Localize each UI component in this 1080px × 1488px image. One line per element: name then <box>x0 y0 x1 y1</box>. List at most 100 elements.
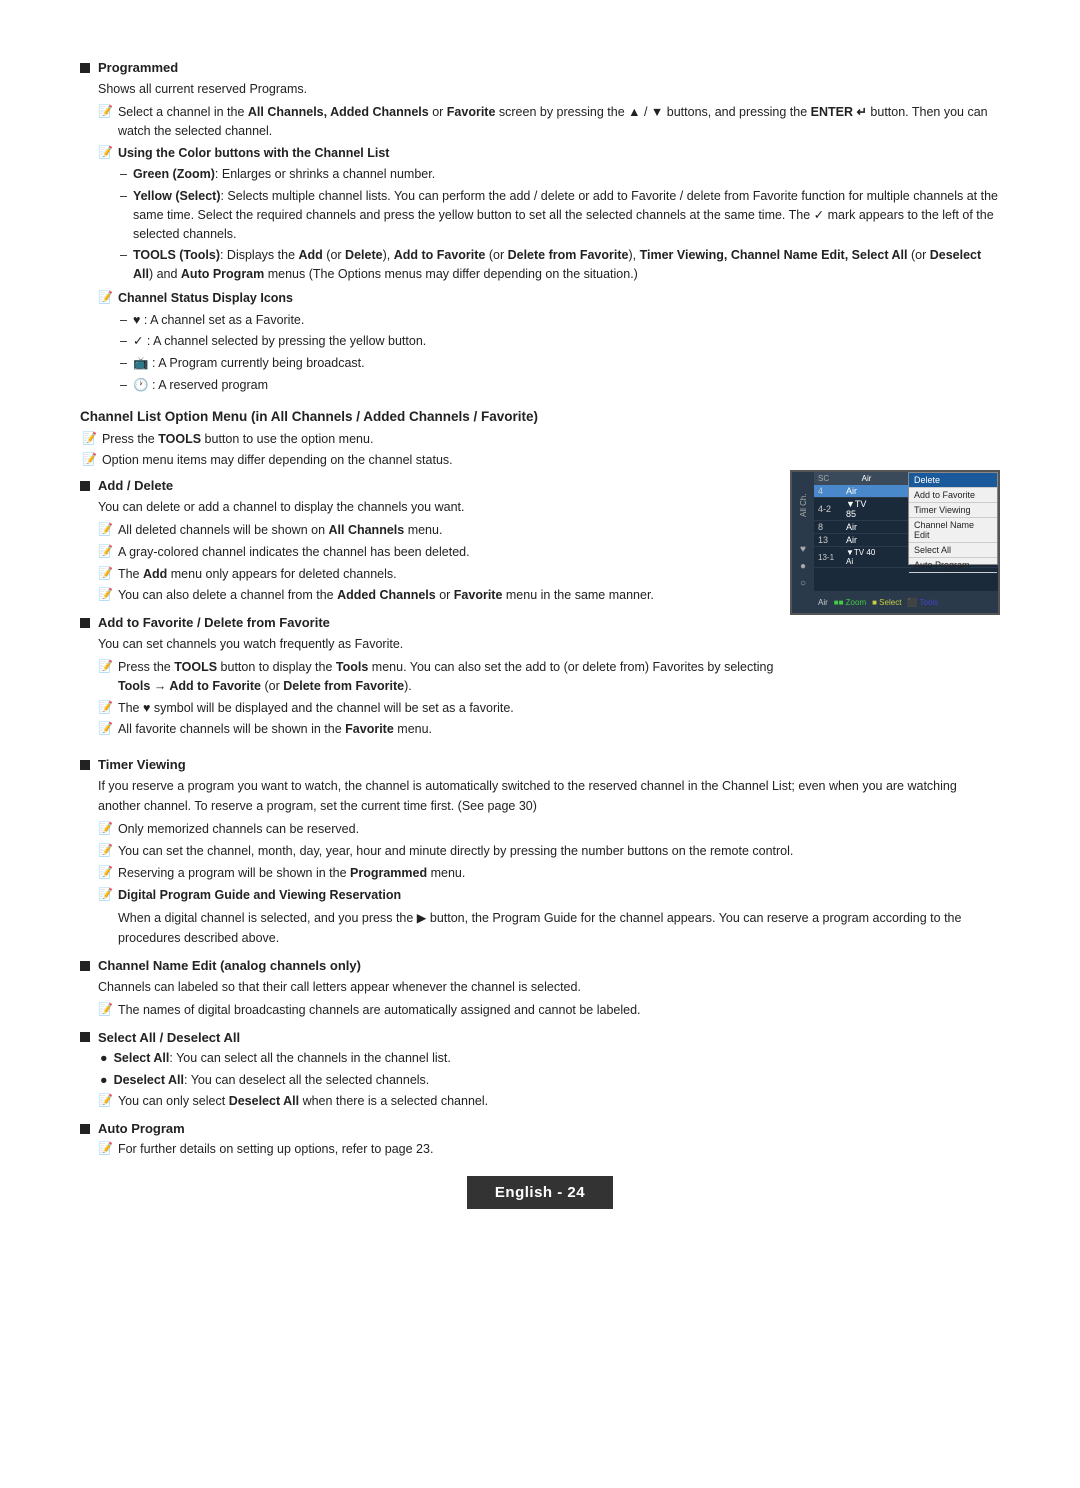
note-icon-af3: 📝 <box>98 721 113 735</box>
af-note1-text: Press the TOOLS button to display the To… <box>118 658 780 696</box>
note-icon: 📝 <box>98 104 113 118</box>
add-fav-body: You can set channels you watch frequentl… <box>98 634 780 654</box>
ch-name-3: Air <box>846 522 876 532</box>
ch-name-5: ▼TV 40 Ai <box>846 548 876 566</box>
add-favorite-title: Add to Favorite / Delete from Favorite <box>98 615 330 630</box>
ap-note1: 📝 For further details on setting up opti… <box>98 1140 1000 1159</box>
channel-status-heading: 📝 Channel Status Display Icons <box>98 289 1000 308</box>
channel-list-option-section: Channel List Option Menu (in All Channel… <box>80 409 1000 1159</box>
ap-note1-text: For further details on setting up option… <box>118 1140 1000 1159</box>
status4-text: 🕐 : A reserved program <box>133 376 268 395</box>
timer-body: If you reserve a program you want to wat… <box>98 776 1000 816</box>
channel-list-option-title: Channel List Option Menu (in All Channel… <box>80 409 538 424</box>
note-icon-sa1: 📝 <box>98 1093 113 1107</box>
tv-note2: 📝 You can set the channel, month, day, y… <box>98 842 1000 861</box>
dot1: ● <box>100 1049 108 1068</box>
ch-footer-air: Air <box>818 598 828 607</box>
dash: – <box>120 311 127 330</box>
dot2: ● <box>100 1071 108 1090</box>
add-delete-heading: Add / Delete <box>80 478 780 493</box>
color-button-list: – Green (Zoom): Enlarges or shrinks a ch… <box>100 165 1000 284</box>
ch-heart-icon: ♥ <box>800 544 806 555</box>
status1: – ♥ : A channel set as a Favorite. <box>120 311 1000 330</box>
note-icon-tv1: 📝 <box>98 821 113 835</box>
ch-menu-timer: Timer Viewing <box>909 503 997 518</box>
add-favorite-section: Add to Favorite / Delete from Favorite Y… <box>80 615 780 739</box>
cl-note2: 📝 Option menu items may differ depending… <box>82 451 780 470</box>
auto-program-title: Auto Program <box>98 1121 185 1136</box>
channel-name-title: Channel Name Edit (analog channels only) <box>98 958 361 973</box>
note-icon-cl1: 📝 <box>82 431 97 445</box>
ad-note2-text: A gray-colored channel indicates the cha… <box>118 543 780 562</box>
channel-list-option-heading: Channel List Option Menu (in All Channel… <box>80 409 1000 424</box>
page-content: Programmed Shows all current reserved Pr… <box>0 0 1080 1249</box>
bullet-sq-ap <box>80 1124 90 1134</box>
ch-sidebar-icons: ♥ ● ○ <box>800 544 806 589</box>
select-all-title: Select All / Deselect All <box>98 1030 240 1045</box>
ad-note1-text: All deleted channels will be shown on Al… <box>118 521 780 540</box>
dash: – <box>120 246 127 265</box>
note-icon-tv2: 📝 <box>98 843 113 857</box>
tv-digital-heading: 📝 Digital Program Guide and Viewing Rese… <box>98 886 1000 905</box>
bullet-square <box>80 63 90 73</box>
ad-note3: 📝 The Add menu only appears for deleted … <box>98 565 780 584</box>
status2: – ✓ : A channel selected by pressing the… <box>120 332 1000 351</box>
channel-name-section: Channel Name Edit (analog channels only)… <box>80 958 1000 1020</box>
channel-name-heading: Channel Name Edit (analog channels only) <box>80 958 1000 973</box>
dash: – <box>120 376 127 395</box>
ad-note4-text: You can also delete a channel from the A… <box>118 586 780 605</box>
ch-name-1: Air <box>846 486 876 496</box>
timer-viewing-title: Timer Viewing <box>98 757 186 772</box>
ch-num-5: 13-1 <box>818 553 846 562</box>
af-note2-text: The ♥ symbol will be displayed and the c… <box>118 699 780 718</box>
note-icon-af1: 📝 <box>98 659 113 673</box>
channel-name-body: Channels can labeled so that their call … <box>98 977 1000 997</box>
timer-viewing-heading: Timer Viewing <box>80 757 1000 772</box>
status1-text: ♥ : A channel set as a Favorite. <box>133 311 304 330</box>
select-all-bullet2: ● Deselect All: You can deselect all the… <box>100 1071 1000 1090</box>
ch-status-text: Channel Status Display Icons <box>118 289 1000 308</box>
select-all-bullet1: ● Select All: You can select all the cha… <box>100 1049 1000 1068</box>
ch-name-2: ▼TV 85 <box>846 499 876 519</box>
status3: – 📺 : A Program currently being broadcas… <box>120 354 1000 373</box>
ch-num-2: 4-2 <box>818 504 846 514</box>
programmed-note1: 📝 Select a channel in the All Channels, … <box>98 103 1000 141</box>
programmed-body: Shows all current reserved Programs. <box>98 79 1000 99</box>
yellow-text: Yellow (Select): Selects multiple channe… <box>133 187 1000 243</box>
ch-num-1: 4 <box>818 486 846 496</box>
ch-header-left: SC <box>818 474 829 483</box>
cl-note1: 📝 Press the TOOLS button to use the opti… <box>82 430 780 449</box>
select-all-section: Select All / Deselect All ● Select All: … <box>80 1030 1000 1111</box>
ch-sidebar-all: All Ch. <box>799 480 808 530</box>
note-icon-ad2: 📝 <box>98 544 113 558</box>
color-buttons-heading: 📝 Using the Color buttons with the Chann… <box>98 144 1000 163</box>
tv-note3-text: Reserving a program will be shown in the… <box>118 864 1000 883</box>
bullet-sq-sa <box>80 1032 90 1042</box>
ch-num-4: 13 <box>818 535 846 545</box>
ch-context-menu: Delete Add to Favorite Timer Viewing Cha… <box>908 472 998 565</box>
note-icon-cs: 📝 <box>98 290 113 304</box>
auto-program-section: Auto Program 📝 For further details on se… <box>80 1121 1000 1159</box>
add-delete-title: Add / Delete <box>98 478 173 493</box>
note-icon-cl2: 📝 <box>82 452 97 466</box>
yellow-item: – Yellow (Select): Selects multiple chan… <box>120 187 1000 243</box>
ch-clock-icon: ○ <box>800 578 806 589</box>
green-item: – Green (Zoom): Enlarges or shrinks a ch… <box>120 165 1000 184</box>
auto-program-heading: Auto Program <box>80 1121 1000 1136</box>
footer-label: English - 24 <box>467 1176 613 1209</box>
ch-menu-delete: Delete <box>909 473 997 488</box>
ch-footer: Air ■■ Zoom ■ Select ⬛ Tools <box>814 591 998 613</box>
note-icon-dg: 📝 <box>98 887 113 901</box>
tools-text: TOOLS (Tools): Displays the Add (or Dele… <box>133 246 1000 284</box>
note-icon-cn1: 📝 <box>98 1002 113 1016</box>
dash: – <box>120 354 127 373</box>
bullet-sq-af <box>80 618 90 628</box>
note-icon-ad4: 📝 <box>98 587 113 601</box>
note-icon-cb: 📝 <box>98 145 113 159</box>
add-delete-body: You can delete or add a channel to displ… <box>98 497 780 517</box>
tv-digital-title: Digital Program Guide and Viewing Reserv… <box>118 886 1000 905</box>
status4: – 🕐 : A reserved program <box>120 376 1000 395</box>
ad-note2: 📝 A gray-colored channel indicates the c… <box>98 543 780 562</box>
status3-text: 📺 : A Program currently being broadcast. <box>133 354 365 373</box>
programmed-title: Programmed <box>98 60 178 75</box>
